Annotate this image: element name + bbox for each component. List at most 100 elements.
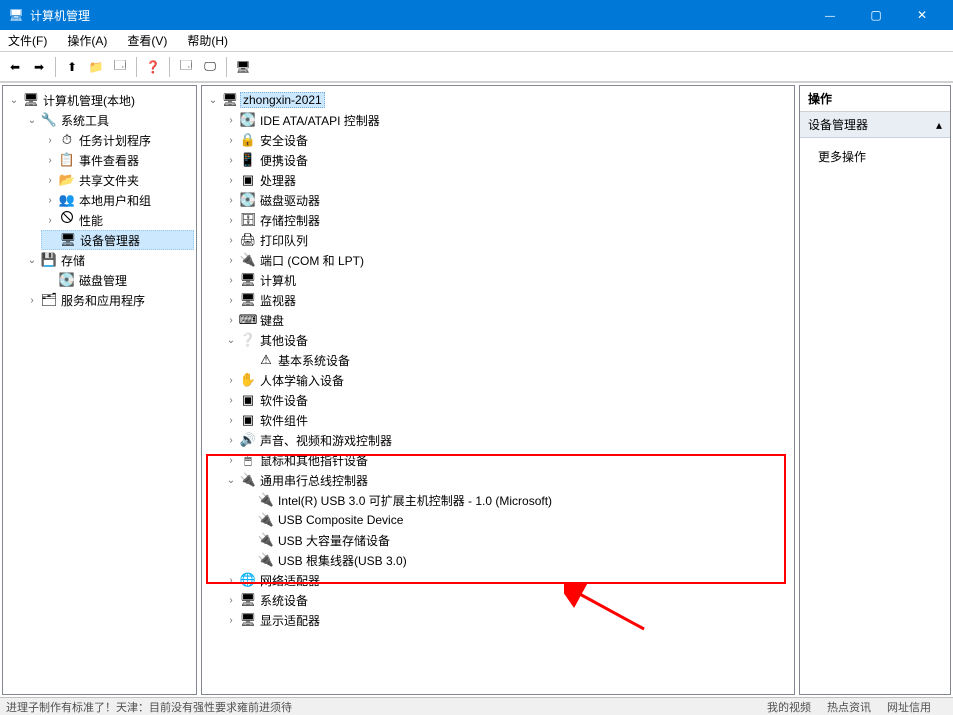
device-category[interactable]: 🖥系统设备 xyxy=(222,590,792,610)
device-category[interactable]: ✋人体学输入设备 xyxy=(222,370,792,390)
chevron-right-icon[interactable] xyxy=(224,273,238,287)
chevron-right-icon[interactable] xyxy=(43,153,57,167)
device-category[interactable]: 🖨打印队列 xyxy=(222,230,792,250)
nav-item[interactable]: ⏱任务计划程序 xyxy=(41,130,194,150)
device-root[interactable]: 🖥 zhongxin-2021 xyxy=(204,90,792,110)
minimize-button[interactable] xyxy=(807,0,853,30)
action-more[interactable]: 更多操作 xyxy=(818,148,932,165)
device-label: 网络适配器 xyxy=(258,572,322,589)
device-category[interactable]: 🔒安全设备 xyxy=(222,130,792,150)
device-other-item[interactable]: ⚠ 基本系统设备 xyxy=(240,350,792,370)
chevron-right-icon[interactable] xyxy=(224,233,238,247)
device-other[interactable]: ❔ 其他设备 xyxy=(222,330,792,350)
status-link[interactable]: 我的视频 xyxy=(767,699,811,715)
chevron-right-icon[interactable] xyxy=(224,613,238,627)
chevron-down-icon[interactable] xyxy=(224,333,238,347)
toolbar-btn-a[interactable]: 🗔 xyxy=(175,56,197,78)
device-category[interactable]: 🗄存储控制器 xyxy=(222,210,792,230)
device-icon: 🔌 xyxy=(240,252,256,268)
device-category[interactable]: 🔊声音、视频和游戏控制器 xyxy=(222,430,792,450)
chevron-down-icon[interactable] xyxy=(206,93,220,107)
toolbar-show-pane-button[interactable]: 🗔 xyxy=(109,56,131,78)
chevron-right-icon[interactable] xyxy=(224,153,238,167)
chevron-right-icon[interactable] xyxy=(224,413,238,427)
chevron-right-icon[interactable] xyxy=(25,293,39,307)
menu-help[interactable]: 帮助(H) xyxy=(183,30,232,51)
menu-file[interactable]: 文件(F) xyxy=(4,30,51,51)
chevron-right-icon[interactable] xyxy=(224,453,238,467)
toolbar-help-button[interactable]: ❓ xyxy=(142,56,164,78)
nav-item[interactable]: 📂共享文件夹 xyxy=(41,170,194,190)
device-category[interactable]: 🔌端口 (COM 和 LPT) xyxy=(222,250,792,270)
chevron-right-icon[interactable] xyxy=(43,193,57,207)
chevron-down-icon[interactable] xyxy=(7,93,21,107)
chevron-right-icon[interactable] xyxy=(224,373,238,387)
device-category[interactable]: ▣处理器 xyxy=(222,170,792,190)
device-category[interactable]: 🖥计算机 xyxy=(222,270,792,290)
device-category[interactable]: ⌨键盘 xyxy=(222,310,792,330)
device-usb-controllers[interactable]: 🔌 通用串行总线控制器 xyxy=(222,470,792,490)
chevron-right-icon[interactable] xyxy=(224,433,238,447)
chevron-right-icon[interactable] xyxy=(224,573,238,587)
chevron-right-icon[interactable] xyxy=(224,313,238,327)
titlebar[interactable]: 🖥 计算机管理 xyxy=(0,0,953,30)
status-link[interactable]: 热点资讯 xyxy=(827,699,871,715)
app-icon: 🖥 xyxy=(8,7,24,23)
chevron-right-icon[interactable] xyxy=(224,293,238,307)
chevron-right-icon[interactable] xyxy=(224,113,238,127)
device-category[interactable]: ▣软件设备 xyxy=(222,390,792,410)
actions-header: 操作 xyxy=(800,86,950,112)
chevron-right-icon[interactable] xyxy=(224,173,238,187)
nav-item[interactable]: 📋事件查看器 xyxy=(41,150,194,170)
nav-item[interactable]: 🛇性能 xyxy=(41,210,194,230)
chevron-right-icon[interactable] xyxy=(224,393,238,407)
device-category[interactable]: 📱便携设备 xyxy=(222,150,792,170)
device-category[interactable]: 🖥监视器 xyxy=(222,290,792,310)
device-category[interactable]: 💽磁盘驱动器 xyxy=(222,190,792,210)
toolbar-btn-b[interactable]: 🖵 xyxy=(199,56,221,78)
device-category[interactable]: 🖥显示适配器 xyxy=(222,610,792,630)
nav-disk-mgmt[interactable]: 💽 磁盘管理 xyxy=(41,270,194,290)
toolbar-btn-c[interactable]: 🖥 xyxy=(232,56,254,78)
display-icon: 🖥 xyxy=(235,60,250,74)
toolbar-forward-button[interactable]: ➡ xyxy=(28,56,50,78)
chevron-right-icon[interactable] xyxy=(43,213,57,227)
chevron-right-icon[interactable] xyxy=(224,133,238,147)
device-label: 性能 xyxy=(77,212,105,229)
chevron-down-icon[interactable] xyxy=(25,253,39,267)
status-link[interactable]: 网址信用 xyxy=(887,699,931,715)
device-category[interactable]: 🖱鼠标和其他指针设备 xyxy=(222,450,792,470)
computer-icon: 🖥 xyxy=(23,92,39,108)
nav-system-tools[interactable]: 🔧 系统工具 xyxy=(23,110,194,130)
toolbar-properties-button[interactable]: 📁 xyxy=(85,56,107,78)
chevron-right-icon[interactable] xyxy=(43,133,57,147)
nav-label: 磁盘管理 xyxy=(77,272,129,289)
chevron-right-icon[interactable] xyxy=(224,213,238,227)
device-category[interactable]: 🌐网络适配器 xyxy=(222,570,792,590)
device-usb-item[interactable]: 🔌Intel(R) USB 3.0 可扩展主机控制器 - 1.0 (Micros… xyxy=(240,490,792,510)
tools-icon: 🔧 xyxy=(41,112,57,128)
chevron-down-icon[interactable] xyxy=(224,473,238,487)
toolbar-back-button[interactable]: ⬅ xyxy=(4,56,26,78)
nav-root[interactable]: 🖥 计算机管理(本地) xyxy=(5,90,194,110)
chevron-right-icon[interactable] xyxy=(43,173,57,187)
chevron-right-icon[interactable] xyxy=(224,593,238,607)
device-usb-item[interactable]: 🔌USB 根集线器(USB 3.0) xyxy=(240,550,792,570)
nav-storage[interactable]: 💾 存储 xyxy=(23,250,194,270)
menu-view[interactable]: 查看(V) xyxy=(123,30,171,51)
device-usb-item[interactable]: 🔌USB 大容量存储设备 xyxy=(240,530,792,550)
chevron-down-icon[interactable] xyxy=(25,113,39,127)
nav-item[interactable]: 🖥设备管理器 xyxy=(41,230,194,250)
maximize-button[interactable] xyxy=(853,0,899,30)
nav-item[interactable]: 👥本地用户和组 xyxy=(41,190,194,210)
menu-action[interactable]: 操作(A) xyxy=(63,30,111,51)
close-button[interactable] xyxy=(899,0,945,30)
nav-services[interactable]: 🗂 服务和应用程序 xyxy=(23,290,194,310)
device-category[interactable]: 💽IDE ATA/ATAPI 控制器 xyxy=(222,110,792,130)
chevron-right-icon[interactable] xyxy=(224,193,238,207)
toolbar-up-button[interactable]: ⬆ xyxy=(61,56,83,78)
chevron-right-icon[interactable] xyxy=(224,253,238,267)
device-label: 软件设备 xyxy=(258,392,310,409)
device-category[interactable]: ▣软件组件 xyxy=(222,410,792,430)
device-usb-item[interactable]: 🔌USB Composite Device xyxy=(240,510,792,530)
